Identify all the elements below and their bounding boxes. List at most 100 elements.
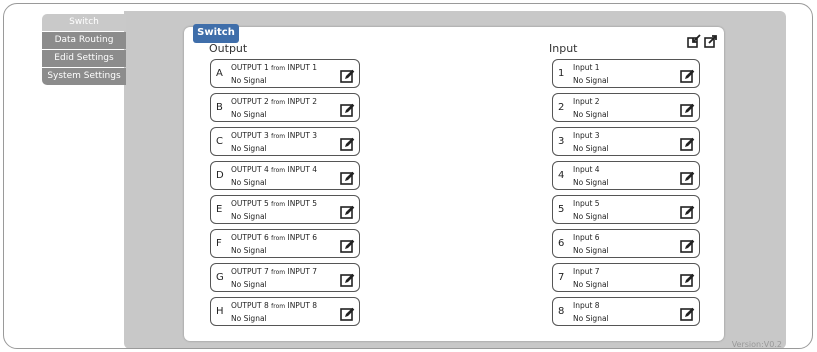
from-label: from [271,269,286,276]
edit-icon[interactable] [340,103,355,118]
edit-icon[interactable] [680,171,695,186]
output-route: OUTPUT 2 from INPUT 2 [231,97,317,106]
input-card[interactable]: 1 Input 1 No Signal [552,59,700,88]
output-card[interactable]: B OUTPUT 2 from INPUT 2 No Signal [210,93,360,122]
signal-status: No Signal [573,246,609,255]
input-card[interactable]: 3 Input 3 No Signal [552,127,700,156]
output-card[interactable]: D OUTPUT 4 from INPUT 4 No Signal [210,161,360,190]
edit-icon[interactable] [680,103,695,118]
edit-icon[interactable] [340,205,355,220]
input-name: Input 8 [573,301,600,310]
input-card[interactable]: 6 Input 6 No Signal [552,229,700,258]
version-label: Version:V0.2 [731,340,782,349]
edit-icon[interactable] [340,307,355,322]
from-label: from [271,167,286,174]
signal-status: No Signal [573,212,609,221]
output-route: OUTPUT 7 from INPUT 7 [231,267,317,276]
sidebar: Switch Data Routing Edid Settings System… [42,14,126,86]
output-name: OUTPUT 6 [231,233,269,242]
output-card[interactable]: H OUTPUT 8 from INPUT 8 No Signal [210,297,360,326]
source-input-name: INPUT 7 [287,267,318,276]
from-label: from [271,65,286,72]
source-input-name: INPUT 2 [287,97,318,106]
edit-icon[interactable] [680,307,695,322]
input-card[interactable]: 7 Input 7 No Signal [552,263,700,292]
input-column-title: Input [549,42,578,55]
source-input-name: INPUT 1 [287,63,318,72]
output-route: OUTPUT 8 from INPUT 8 [231,301,317,310]
sidebar-item-switch[interactable]: Switch [42,14,126,31]
output-name: OUTPUT 1 [231,63,269,72]
from-label: from [271,201,286,208]
output-letter: E [216,204,223,215]
input-number: 4 [558,170,565,181]
output-name: OUTPUT 8 [231,301,269,310]
edit-icon[interactable] [680,137,695,152]
input-card[interactable]: 4 Input 4 No Signal [552,161,700,190]
output-name: OUTPUT 3 [231,131,269,140]
edit-icon[interactable] [680,273,695,288]
signal-status: No Signal [231,144,267,153]
signal-status: No Signal [231,314,267,323]
import-icon[interactable] [687,33,701,48]
output-letter: A [216,68,223,79]
input-number: 6 [558,238,565,249]
signal-status: No Signal [231,76,267,85]
output-letter: C [216,136,223,147]
sidebar-item-edid-settings[interactable]: Edid Settings [42,50,126,67]
edit-icon[interactable] [340,137,355,152]
output-column-title: Output [209,42,248,55]
output-list: A OUTPUT 1 from INPUT 1 No Signal B OUTPUT … [210,59,360,331]
signal-status: No Signal [231,212,267,221]
edit-icon[interactable] [680,69,695,84]
input-number: 2 [558,102,565,113]
input-name: Input 4 [573,165,600,174]
output-route: OUTPUT 3 from INPUT 3 [231,131,317,140]
sidebar-item-system-settings[interactable]: System Settings [42,68,126,85]
output-card[interactable]: F OUTPUT 6 from INPUT 6 No Signal [210,229,360,258]
signal-status: No Signal [573,178,609,187]
from-label: from [271,235,286,242]
input-number: 8 [558,306,565,317]
output-name: OUTPUT 2 [231,97,269,106]
input-name: Input 1 [573,63,600,72]
tab-switch[interactable]: Switch [193,24,239,43]
signal-status: No Signal [573,280,609,289]
output-name: OUTPUT 5 [231,199,269,208]
input-card[interactable]: 2 Input 2 No Signal [552,93,700,122]
source-input-name: INPUT 8 [287,301,318,310]
edit-icon[interactable] [340,171,355,186]
source-input-name: INPUT 5 [287,199,318,208]
edit-icon[interactable] [680,205,695,220]
export-icon[interactable] [704,33,718,48]
input-card[interactable]: 8 Input 8 No Signal [552,297,700,326]
signal-status: No Signal [231,246,267,255]
input-card[interactable]: 5 Input 5 No Signal [552,195,700,224]
output-letter: G [216,272,224,283]
output-letter: H [216,306,224,317]
output-card[interactable]: E OUTPUT 5 from INPUT 5 No Signal [210,195,360,224]
output-card[interactable]: A OUTPUT 1 from INPUT 1 No Signal [210,59,360,88]
sidebar-item-data-routing[interactable]: Data Routing [42,32,126,49]
source-input-name: INPUT 6 [287,233,318,242]
input-name: Input 7 [573,267,600,276]
edit-icon[interactable] [340,273,355,288]
output-name: OUTPUT 4 [231,165,269,174]
output-name: OUTPUT 7 [231,267,269,276]
signal-status: No Signal [573,314,609,323]
source-input-name: INPUT 4 [287,165,318,174]
panel-toolbar [687,33,718,48]
from-label: from [271,303,286,310]
output-card[interactable]: G OUTPUT 7 from INPUT 7 No Signal [210,263,360,292]
input-number: 7 [558,272,565,283]
signal-status: No Signal [573,144,609,153]
output-route: OUTPUT 4 from INPUT 4 [231,165,317,174]
output-letter: F [216,238,222,249]
output-card[interactable]: C OUTPUT 3 from INPUT 3 No Signal [210,127,360,156]
from-label: from [271,133,286,140]
edit-icon[interactable] [340,69,355,84]
input-name: Input 3 [573,131,600,140]
input-number: 5 [558,204,565,215]
edit-icon[interactable] [340,239,355,254]
edit-icon[interactable] [680,239,695,254]
